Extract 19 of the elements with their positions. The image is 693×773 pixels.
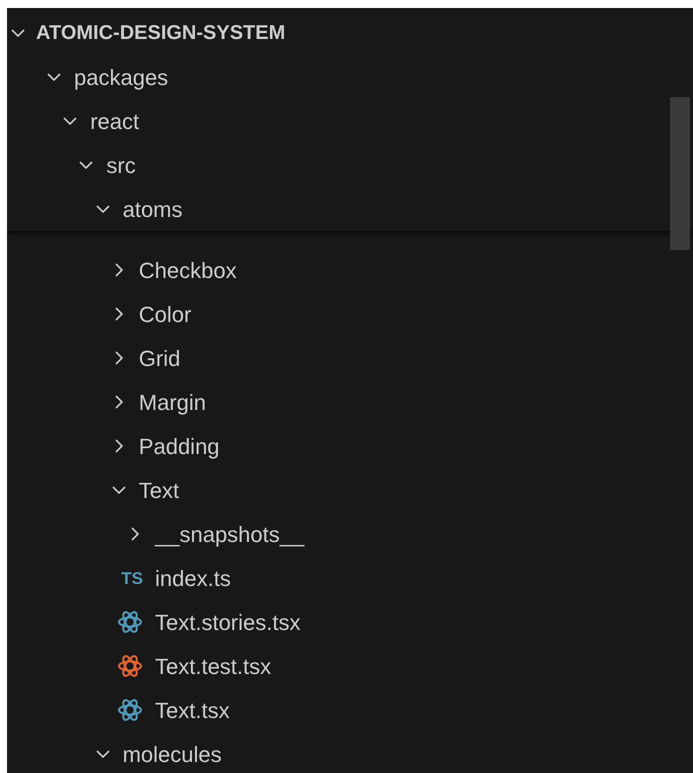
folder-name[interactable]: Grid [138, 342, 180, 374]
file-name[interactable]: Text.test.tsx [155, 650, 272, 682]
folder-name[interactable]: Color [138, 298, 192, 330]
file-name[interactable]: index.ts [155, 562, 231, 594]
folder-name[interactable]: src [106, 148, 136, 182]
typescript-icon: TS [121, 570, 143, 586]
scrollbar[interactable] [670, 97, 690, 250]
folder-name[interactable]: molecules [122, 738, 222, 770]
folder-name[interactable]: Padding [138, 430, 220, 462]
file-name[interactable]: Text.tsx [155, 694, 230, 726]
folder-name[interactable]: __snapshots__ [155, 518, 304, 550]
workspace-title[interactable]: ATOMIC-DESIGN-SYSTEM [36, 18, 286, 48]
folder-name[interactable]: Margin [138, 386, 206, 418]
folder-name[interactable]: atoms [122, 192, 183, 226]
folder-name[interactable]: Checkbox [138, 254, 237, 286]
folder-name[interactable]: packages [74, 60, 168, 94]
folder-name[interactable]: react [90, 104, 140, 138]
file-name[interactable]: Text.stories.tsx [155, 606, 300, 638]
folder-name[interactable]: Text [138, 474, 180, 506]
